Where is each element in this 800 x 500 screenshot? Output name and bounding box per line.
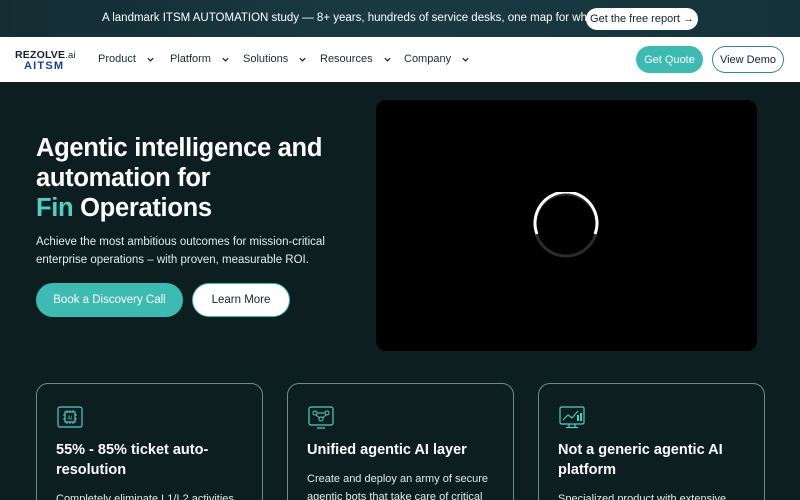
- nav-item-resources[interactable]: Resources: [320, 53, 392, 65]
- hero-subtitle: Achieve the most ambitious outcomes for …: [36, 236, 325, 266]
- card-title: Unified agentic AI layer: [307, 442, 467, 458]
- announcement-banner: A landmark ITSM AUTOMATION study — 8+ ye…: [0, 0, 800, 37]
- learn-more-button[interactable]: Learn More: [192, 283, 290, 317]
- analytics-monitor-icon: [559, 406, 585, 429]
- nav-item-company[interactable]: Company: [404, 53, 470, 65]
- loading-spinner-icon: [533, 192, 599, 258]
- chevron-down-icon: [462, 57, 469, 62]
- hero-title-line1: Agentic intelligence and: [36, 134, 323, 162]
- nav-item-platform[interactable]: Platform: [170, 53, 230, 65]
- book-discovery-call-button[interactable]: Book a Discovery Call: [36, 283, 183, 317]
- chevron-down-icon: [299, 57, 306, 62]
- free-report-button[interactable]: Get the free report →: [586, 8, 698, 30]
- svg-text:AI: AI: [68, 416, 73, 422]
- nav-item-label: Resources: [320, 53, 373, 65]
- main-navigation: REZOLVE.ai AITSM Product Platform Soluti…: [0, 37, 800, 82]
- card-description: Specialized product with extensive: [558, 493, 727, 500]
- card-title: 55% - 85% ticket auto-resolution: [56, 442, 209, 478]
- nav-item-product[interactable]: Product: [98, 53, 155, 65]
- chevron-down-icon: [147, 57, 154, 62]
- nav-item-label: Company: [404, 53, 452, 65]
- agent-network-icon: [308, 406, 334, 429]
- hero-title: Agentic intelligence and automation for …: [36, 133, 356, 223]
- nav-item-solutions[interactable]: Solutions: [243, 53, 307, 65]
- ai-chip-icon: AI: [57, 406, 83, 428]
- feature-card-agentic-layer: Unified agentic AI layer Create and depl…: [287, 383, 514, 500]
- logo[interactable]: REZOLVE.ai AITSM: [15, 50, 81, 72]
- feature-card-specialized-platform: Not a generic agentic AI platform Specia…: [538, 383, 765, 500]
- get-quote-button[interactable]: Get Quote: [636, 46, 703, 73]
- feature-card-auto-resolution: AI 55% - 85% ticket auto-resolution Comp…: [36, 383, 263, 500]
- logo-product-name: AITSM: [24, 60, 65, 72]
- card-title: Not a generic agentic AI platform: [558, 442, 723, 478]
- chevron-down-icon: [383, 57, 391, 62]
- view-demo-button[interactable]: View Demo: [712, 46, 784, 73]
- hero-title-line3: Operations: [80, 194, 212, 222]
- nav-item-label: Solutions: [243, 53, 289, 65]
- chevron-down-icon: [222, 57, 229, 62]
- nav-item-label: Platform: [170, 53, 211, 65]
- hero-title-accent: Fin: [36, 194, 74, 222]
- nav-item-label: Product: [98, 53, 136, 65]
- video-player[interactable]: [376, 100, 757, 351]
- hero-title-line2: automation for: [36, 164, 211, 192]
- card-description: Completely eliminate L1/L2 activities: [56, 493, 234, 500]
- logo-ai-suffix: .ai: [65, 50, 76, 61]
- card-description: Create and deploy an army of secure agen…: [307, 473, 488, 500]
